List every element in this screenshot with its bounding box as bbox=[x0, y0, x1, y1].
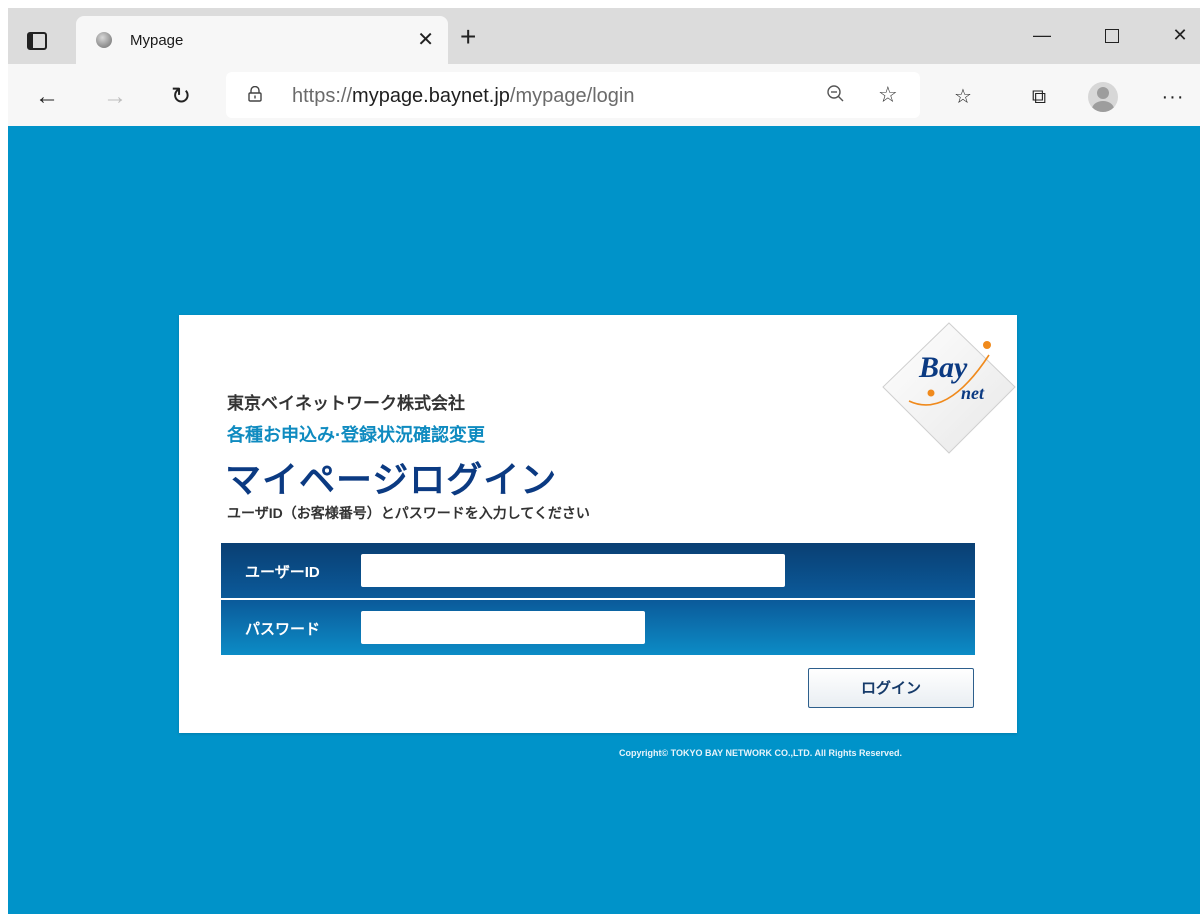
browser-toolbar: ← → ↻ https://mypage.baynet.jp/mypage/lo… bbox=[8, 64, 1200, 127]
logo-bay-text: Bay bbox=[918, 351, 968, 384]
url-text[interactable]: https://mypage.baynet.jp/mypage/login bbox=[292, 85, 634, 108]
forward-arrow-icon[interactable]: → bbox=[102, 84, 128, 110]
tab-strip: Mypage ✕ + — ✕ bbox=[8, 8, 1200, 64]
tab-title: Mypage bbox=[130, 32, 184, 49]
password-label: パスワード bbox=[245, 621, 321, 638]
window-close-icon[interactable]: ✕ bbox=[1160, 20, 1200, 50]
copyright-text: Copyright© TOKYO BAY NETWORK CO.,LTD. Al… bbox=[619, 748, 902, 758]
page-viewport: Bay net 東京ベイネットワーク株式会社 各種お申込み·登録状況確認変更 マ… bbox=[8, 126, 1200, 914]
user-id-row: ユーザーID bbox=[221, 543, 975, 598]
back-arrow-icon[interactable]: ← bbox=[34, 84, 60, 110]
more-icon[interactable]: ··· bbox=[1160, 84, 1186, 110]
collections-icon[interactable]: ⧉ bbox=[1026, 84, 1052, 110]
maximize-icon[interactable] bbox=[1092, 20, 1132, 50]
globe-favicon-icon bbox=[96, 32, 112, 48]
lock-icon[interactable] bbox=[248, 86, 262, 102]
login-button[interactable]: ログイン bbox=[808, 668, 974, 708]
company-name: 東京ベイネットワーク株式会社 bbox=[227, 394, 465, 413]
url-host: mypage.baynet.jp bbox=[352, 85, 510, 107]
password-row: パスワード bbox=[221, 600, 975, 655]
reload-icon[interactable]: ↻ bbox=[168, 84, 194, 110]
baynet-logo: Bay net bbox=[882, 322, 1016, 454]
password-input[interactable] bbox=[361, 611, 645, 644]
logo-net-text: net bbox=[961, 383, 985, 403]
new-tab-button[interactable]: + bbox=[460, 22, 476, 52]
minimize-icon[interactable]: — bbox=[1022, 20, 1062, 50]
login-form: ユーザーID パスワード bbox=[221, 543, 975, 655]
tab-mypage[interactable]: Mypage ✕ bbox=[76, 16, 448, 64]
user-id-input[interactable] bbox=[361, 554, 785, 587]
page-title: マイページログイン bbox=[225, 459, 558, 500]
page-subtitle: 各種お申込み·登録状況確認変更 bbox=[227, 425, 485, 445]
close-icon[interactable]: ✕ bbox=[417, 28, 434, 52]
login-instruction: ユーザID（お客様番号）とパスワードを入力してください bbox=[227, 505, 590, 521]
user-id-label: ユーザーID bbox=[245, 564, 320, 581]
url-scheme: https:// bbox=[292, 85, 353, 107]
zoom-out-icon[interactable] bbox=[826, 84, 846, 104]
login-card: Bay net 東京ベイネットワーク株式会社 各種お申込み·登録状況確認変更 マ… bbox=[179, 315, 1017, 733]
address-bar[interactable]: https://mypage.baynet.jp/mypage/login ☆ bbox=[226, 72, 920, 118]
profile-avatar-icon[interactable] bbox=[1088, 82, 1118, 112]
url-path: /mypage/login bbox=[509, 85, 635, 107]
add-favorite-icon[interactable]: ☆ bbox=[878, 82, 898, 108]
browser-window: Mypage ✕ + — ✕ ← → ↻ https://mypage.bayn… bbox=[8, 8, 1200, 914]
tab-actions-icon[interactable] bbox=[22, 28, 52, 54]
favorites-icon[interactable]: ☆ bbox=[950, 84, 976, 110]
